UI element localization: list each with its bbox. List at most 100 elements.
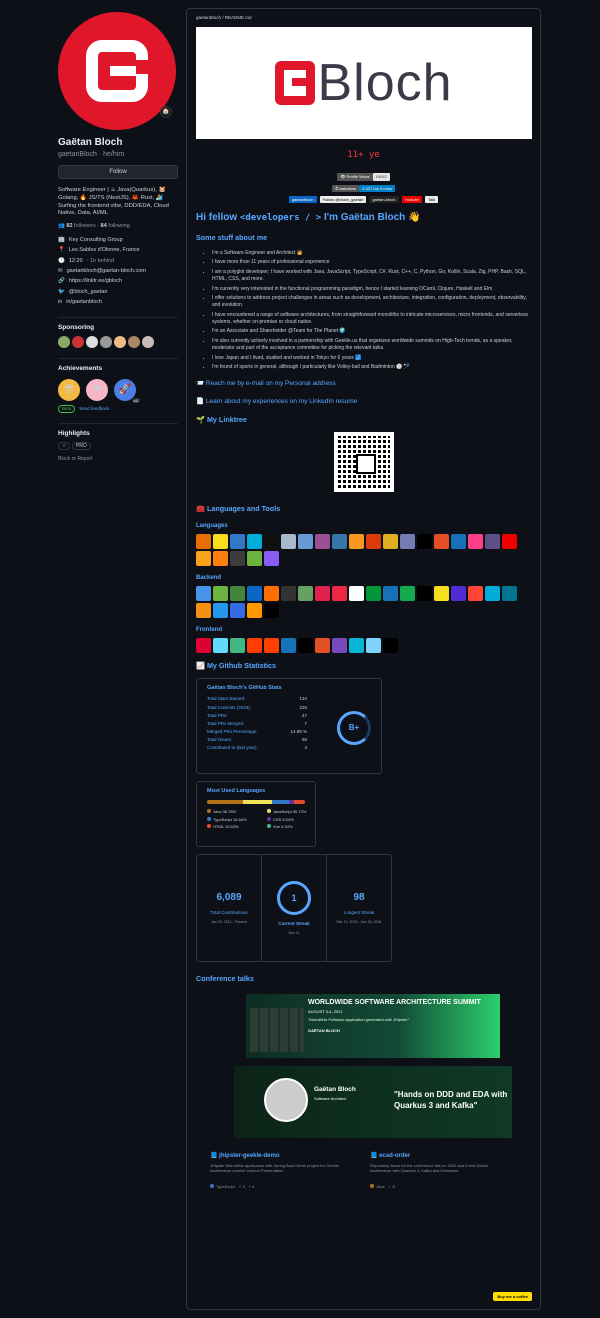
achievements-heading: Achievements [58, 358, 178, 374]
talk1-speaker: GAËTAN BLOCH [308, 1028, 340, 1033]
profile-bio: Software Engineer | ☕ Java(Quarkus), 🐹 G… [58, 187, 169, 217]
stats-heading: 📈 My Github Statistics [196, 661, 277, 671]
sponsor-avatar[interactable] [142, 336, 154, 349]
following-count[interactable]: 84 [101, 223, 107, 229]
linkedin-resume-link[interactable]: 📄 Learn about my experiences on my Linke… [196, 398, 531, 407]
avatar[interactable]: 🏠 [58, 12, 176, 130]
repo-lang: Java [376, 1183, 385, 1189]
sponsor-avatar[interactable] [128, 336, 140, 349]
repo-forks[interactable]: 4 [252, 1184, 254, 1189]
language-bar-segment [272, 800, 289, 805]
current-range: Nov 11 [288, 930, 300, 935]
backend-logo-icon [383, 586, 398, 602]
send-feedback-link[interactable]: Send feedback [79, 406, 109, 412]
total-contributions-label: Total Contributions [210, 910, 248, 916]
stat-label: Total PRs: [207, 712, 228, 718]
sponsor-avatar[interactable] [86, 336, 98, 349]
talk-badge[interactable]: Talk [425, 195, 439, 204]
repo-stars[interactable]: 8 [393, 1184, 395, 1189]
repo-icon: 📘 [370, 1152, 378, 1159]
language-bar-segment [242, 800, 273, 805]
youtube-badge[interactable]: Youtube [401, 195, 423, 204]
backend-logo-icon [264, 603, 279, 619]
sponsor-avatar[interactable] [72, 336, 84, 349]
wakatime-label: ⏱ wakatime [332, 184, 360, 192]
twitter-badge[interactable]: Follow @bloch_gaetan [319, 195, 367, 204]
star-icon: ☆ [387, 1183, 392, 1189]
about-item: I am a polyglot developer; I have worked… [212, 269, 531, 283]
highlights-heading: Highlights [58, 423, 178, 439]
people-icon: 👥 [58, 223, 65, 230]
total-range: Jan 20, 2011 - Present [210, 920, 248, 925]
sponsor-avatar[interactable] [58, 336, 70, 349]
stat-label: Total Stars Earned: [207, 696, 246, 702]
backend-logo-icon [196, 603, 211, 619]
about-heading: Some stuff about me [196, 232, 268, 242]
linkedin-badge[interactable]: gaetanbloch [288, 195, 317, 204]
frontend-logo-icon [349, 638, 364, 654]
stat-value: 14.89 % [290, 728, 307, 734]
about-item: I love Japan and I lived, studied and wo… [212, 355, 531, 362]
language-logo-icon [485, 534, 500, 550]
followers-label[interactable]: followers [74, 223, 96, 229]
linktree-qr-code[interactable] [333, 432, 394, 493]
languages-icons [196, 534, 526, 567]
language-legend-label: Java 36.78% [213, 809, 237, 815]
language-logo-icon [247, 551, 262, 567]
language-legend-label: Vue 0.34% [273, 824, 293, 830]
backend-heading: Backend [196, 575, 222, 582]
repo-title[interactable]: jhipster-geekle-demo [219, 1153, 279, 1159]
building-icon: 🏢 [58, 236, 65, 243]
frontend-logo-icon [366, 638, 381, 654]
followers-count[interactable]: 82 [66, 223, 72, 229]
language-logo-icon [434, 534, 449, 550]
pinned-repo[interactable]: 📘 ecsd-order Repository demo for the con… [370, 1152, 510, 1189]
language-legend-item: TypeScript 16.64% [207, 816, 267, 822]
backend-logo-icon [332, 586, 347, 602]
readme-path[interactable]: gaetanBloch / README.md [196, 15, 531, 21]
language-legend-item: CSS 6.04% [267, 816, 327, 822]
language-legend-item: Java 36.78% [207, 809, 267, 814]
language-legend-label: TypeScript 16.64% [213, 816, 247, 822]
repo-title[interactable]: ecsd-order [379, 1153, 410, 1159]
backend-logo-icon [247, 603, 262, 619]
email-link[interactable]: gaetanbloch@gaetan-bloch.com [67, 268, 146, 275]
buy-me-coffee-button[interactable]: Buy me a coffee [493, 1291, 532, 1301]
frontend-logo-icon [213, 638, 228, 654]
about-item: I have more than 11 years of professiona… [212, 259, 531, 266]
backend-icons [196, 586, 526, 619]
greeting-part: I'm Gaëtan Bloch 👋 [321, 212, 421, 224]
follow-button[interactable]: Follow [58, 164, 178, 180]
frontend-heading: Frontend [196, 627, 222, 634]
talk-banner-architecture-summit[interactable]: WORLDWIDE SOFTWARE ARCHITECTURE SUMMIT A… [246, 993, 500, 1058]
language-logo-icon [281, 534, 296, 550]
sponsor-avatar[interactable] [100, 336, 112, 349]
about-list: I'm a Software Engineer and Architect 🧑 … [212, 250, 531, 372]
talk-banner-ddd-eda[interactable]: Gaëtan Bloch Software Architect "Hands on… [234, 1065, 512, 1138]
linkedin-link[interactable]: in/gaetanbloch [66, 299, 102, 306]
website-badge[interactable]: gaetan-bloch [369, 195, 399, 204]
achievement-heart-icon[interactable]: ❤ [86, 379, 108, 402]
stat-label: Total Commits (2023): [207, 704, 252, 710]
website-link[interactable]: https://linktr.ee/gbloch [69, 278, 122, 285]
profile-name: Gaëtan Bloch [58, 137, 123, 148]
talk2-role: Software Architect [314, 1095, 347, 1101]
block-report-link[interactable]: Block or Report [58, 456, 178, 463]
repo-stars[interactable]: 0 [243, 1184, 245, 1189]
pinned-repo[interactable]: 📘 jhipster-geekle-demo JHipster Monolith… [210, 1152, 350, 1189]
email-me-link[interactable]: 📨 Reach me by e-mail on my Personal addr… [196, 380, 531, 389]
talk1-title: WORLDWIDE SOFTWARE ARCHITECTURE SUMMIT [308, 998, 481, 1006]
backend-logo-icon [349, 586, 364, 602]
twitter-link[interactable]: @bloch_gaetan [69, 289, 108, 296]
frontend-logo-icon [298, 638, 313, 654]
sponsor-avatar[interactable] [114, 336, 126, 349]
achievement-arctic-icon[interactable]: 🚀 x2 [114, 379, 140, 404]
grade-ring: B+ [337, 711, 371, 746]
status-emoji-icon[interactable]: 🏠 [160, 106, 172, 118]
banner-text: Bloch [317, 53, 453, 112]
following-label[interactable]: following [108, 223, 129, 229]
language-logo-icon [400, 534, 415, 550]
achievement-starstruck-icon[interactable]: 😎 [58, 379, 80, 402]
repo-lang: TypeScript [216, 1183, 235, 1189]
backend-logo-icon [366, 586, 381, 602]
